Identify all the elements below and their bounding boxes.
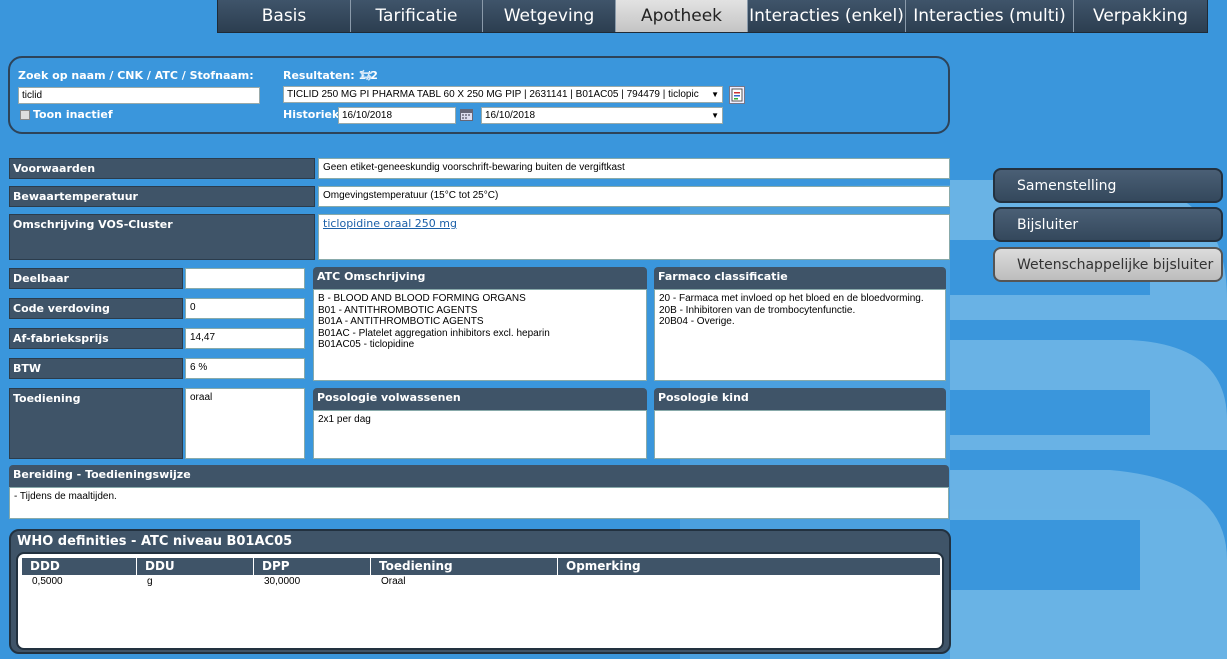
show-inactive-label: Toon inactief [33, 108, 113, 121]
tab-wetgeving[interactable]: Wetgeving [483, 0, 616, 32]
tab-interacties-multi[interactable]: Interacties (multi) [906, 0, 1074, 32]
atc-line: B01 - ANTITHROMBOTIC AGENTS [318, 304, 478, 316]
who-table: DDD DDU DPP Toediening Opmerking 0,5000 … [16, 552, 944, 650]
tab-tarificatie[interactable]: Tarificatie [351, 0, 483, 32]
wetenschappelijke-bijsluiter-button[interactable]: Wetenschappelijke bijsluiter [993, 247, 1223, 282]
who-col-ddu: DDU [137, 558, 254, 575]
voorwaarden-label: Voorwaarden [9, 158, 315, 179]
table-row: 0,5000 g 30,0000 Oraal [22, 576, 940, 587]
bewaartemperatuur-label: Bewaartemperatuur [9, 186, 315, 207]
who-title: WHO definities - ATC niveau B01AC05 [17, 534, 293, 549]
history-select[interactable]: 16/10/2018 ▼ [481, 107, 723, 124]
samenstelling-button[interactable]: Samenstelling [993, 168, 1223, 203]
bijsluiter-button[interactable]: Bijsluiter [993, 207, 1223, 242]
show-inactive-row: Toon inactief [20, 108, 113, 121]
posologie-kind-title: Posologie kind [654, 388, 946, 410]
deelbaar-value [185, 268, 305, 289]
atc-line: B01A - ANTITHROMBOTIC AGENTS [318, 316, 484, 327]
details-icon[interactable] [729, 86, 745, 104]
result-select-value: TICLID 250 MG PI PHARMA TABL 60 X 250 MG… [287, 89, 699, 100]
who-col-toediening: Toediening [371, 558, 558, 575]
navigate-arrows-icon[interactable]: ⇆ [360, 66, 373, 84]
atc-line: B01AC - Platelet aggregation inhibitors … [318, 327, 550, 339]
result-select[interactable]: TICLID 250 MG PI PHARMA TABL 60 X 250 MG… [283, 86, 723, 103]
farmaco-line: 20B04 - Overige. [659, 316, 735, 327]
calendar-icon[interactable] [460, 109, 473, 121]
show-inactive-checkbox[interactable] [20, 109, 30, 120]
tab-basis[interactable]: Basis [218, 0, 351, 32]
history-date-input[interactable]: 16/10/2018 [338, 107, 456, 124]
who-cell-ddu: g [147, 576, 153, 587]
who-table-header: DDD DDU DPP Toediening Opmerking [22, 558, 940, 575]
posologie-volwassenen-title: Posologie volwassenen [313, 388, 647, 410]
atc-line: B01AC05 - ticlopidine [318, 339, 415, 350]
search-label: Zoek op naam / CNK / ATC / Stofnaam: [18, 69, 254, 82]
deelbaar-label: Deelbaar [9, 268, 183, 289]
bereiding-value: - Tijdens de maaltijden. [9, 487, 949, 519]
tab-interacties-enkel[interactable]: Interacties (enkel) [748, 0, 906, 32]
code-verdoving-label: Code verdoving [9, 298, 183, 319]
atc-omschrijving-title: ATC Omschrijving [313, 267, 647, 289]
farmaco-classificatie-box: 20 - Farmaca met invloed op het bloed en… [654, 289, 946, 381]
history-select-value: 16/10/2018 [485, 110, 536, 121]
bewaartemperatuur-value: Omgevingstemperatuur (15°C tot 25°C) [318, 186, 950, 207]
vos-cluster-label: Omschrijving VOS-Cluster [9, 214, 315, 260]
who-cell-opmerking [558, 576, 940, 587]
history-label: Historiek [283, 108, 340, 121]
search-input[interactable]: ticlid [18, 87, 260, 104]
chevron-down-icon: ▼ [711, 111, 719, 120]
btw-value: 6 % [185, 358, 305, 379]
who-definities-panel: WHO definities - ATC niveau B01AC05 DDD … [9, 529, 951, 654]
vos-cluster-link[interactable]: ticlopidine oraal 250 mg [323, 217, 457, 230]
top-tab-bar: Basis Tarificatie Wetgeving Apotheek Int… [217, 0, 1208, 33]
who-col-opmerking: Opmerking [566, 559, 641, 573]
toediening-value: oraal [185, 388, 305, 459]
code-verdoving-value: 0 [185, 298, 305, 319]
chevron-down-icon: ▼ [711, 90, 719, 99]
posologie-volwassenen-value: 2x1 per dag [313, 410, 647, 459]
who-col-ddd: DDD [22, 558, 137, 575]
who-cell-dpp: 30,0000 [264, 576, 301, 587]
toediening-label: Toediening [9, 388, 183, 459]
search-panel: Zoek op naam / CNK / ATC / Stofnaam: tic… [8, 56, 950, 134]
bereiding-title: Bereiding - Toedieningswijze [9, 465, 949, 487]
af-fabrieksprijs-value: 14,47 [185, 328, 305, 349]
atc-omschrijving-box: B - BLOOD AND BLOOD FORMING ORGANS B01 -… [313, 289, 647, 381]
posologie-kind-value [654, 410, 946, 459]
vos-cluster-box: ticlopidine oraal 250 mg [318, 214, 950, 260]
af-fabrieksprijs-label: Af-fabrieksprijs [9, 328, 183, 349]
farmaco-classificatie-title: Farmaco classificatie [654, 267, 946, 289]
who-col-dpp: DPP [254, 558, 371, 575]
who-cell-toediening: Oraal [381, 576, 406, 587]
voorwaarden-value: Geen etiket-geneeskundig voorschrift-bew… [318, 158, 950, 179]
btw-label: BTW [9, 358, 183, 379]
who-cell-ddd: 0,5000 [32, 576, 63, 587]
farmaco-line: 20 - Farmaca met invloed op het bloed en… [659, 293, 924, 304]
atc-line: B - BLOOD AND BLOOD FORMING ORGANS [318, 293, 526, 304]
tab-verpakking[interactable]: Verpakking [1074, 0, 1207, 32]
tab-apotheek[interactable]: Apotheek [616, 0, 748, 32]
farmaco-line: 20B - Inhibitoren van de trombocytenfunc… [659, 304, 856, 316]
